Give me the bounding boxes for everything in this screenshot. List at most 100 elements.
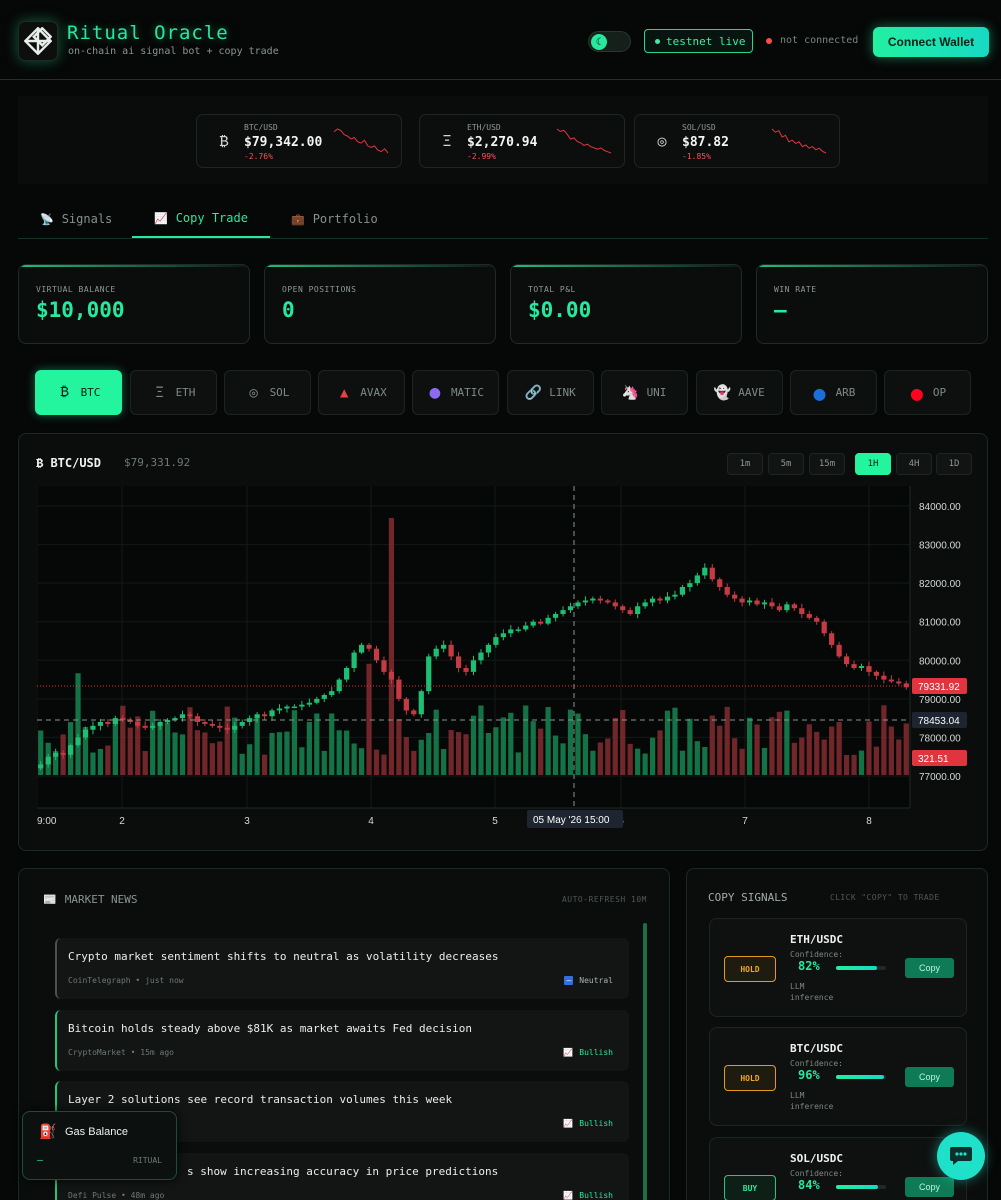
ticker-sparkline	[556, 128, 612, 154]
news-refresh-note: AUTO-REFRESH 10M	[561, 895, 647, 904]
asset-label: LINK	[549, 386, 576, 399]
candle-body	[530, 621, 536, 626]
candle-body	[217, 725, 223, 728]
news-sentiment: 📈 Bullish	[563, 1191, 613, 1200]
connect-wallet-button[interactable]: Connect Wallet	[873, 27, 989, 57]
status-dot-icon	[766, 37, 772, 44]
candle-body	[306, 702, 312, 705]
candle-body	[60, 752, 66, 755]
candle-body	[903, 683, 909, 688]
volume-bar	[567, 709, 574, 775]
candle-body	[657, 598, 663, 601]
signal-confidence-label: Confidence:	[790, 1169, 843, 1178]
x-tick-label: 5	[492, 816, 498, 827]
ticker-card-sol[interactable]: ◎ SOL/USD $87.82 -1.85%	[634, 114, 840, 168]
timeframe-4h[interactable]: 4H	[896, 453, 932, 475]
asset-button-link[interactable]: 🔗 LINK	[507, 370, 594, 415]
ticker-card-eth[interactable]: Ξ ETH/USD $2,270.94 -2.99%	[419, 114, 625, 168]
news-item[interactable]: Crypto market sentiment shifts to neutra…	[55, 938, 629, 999]
volume-bar	[239, 753, 245, 775]
candle-body	[388, 671, 395, 680]
news-item[interactable]: Bitcoin holds steady above $81K as marke…	[55, 1010, 629, 1071]
news-sentiment: 📈 Bullish	[563, 1119, 613, 1128]
fuel-icon: ⛽	[39, 1124, 57, 1140]
y-tick-label: 80000.00	[919, 656, 961, 667]
candle-body	[791, 604, 797, 609]
stat-total-pnl: TOTAL P&L $0.00	[510, 264, 742, 344]
price-chart-panel: ₿ BTC/USD $79,331.92 1m 5m 15m 1H 4H 1D …	[18, 433, 988, 851]
connection-status-label: not connected	[780, 35, 859, 46]
asset-button-uni[interactable]: 🦄 UNI	[601, 370, 688, 415]
volume-bar	[90, 752, 96, 775]
volume-bar	[426, 733, 432, 775]
volume-bar	[194, 730, 201, 775]
chart-pair: BTC/USD	[50, 456, 102, 470]
candle-body	[493, 637, 499, 645]
asset-selector: ₿ BTC Ξ ETH ◎ SOL ▲ AVAX ● MATIC 🔗 LINK …	[35, 370, 971, 416]
timeframe-1d[interactable]: 1D	[936, 453, 972, 475]
timeframe-1h[interactable]: 1H	[855, 453, 891, 475]
copy-signal-button[interactable]: Copy	[905, 1177, 954, 1197]
timeframe-15m[interactable]: 15m	[809, 453, 845, 475]
volume-bar	[261, 754, 268, 775]
gas-balance-card[interactable]: ⛽ Gas Balance — RITUAL	[22, 1111, 177, 1180]
candle-body	[866, 666, 872, 672]
news-item-title: s show increasing accuracy in price pred…	[187, 1165, 499, 1178]
tab-portfolio[interactable]: 💼 Portfolio	[269, 200, 400, 238]
theme-toggle[interactable]: ☾	[588, 31, 631, 52]
news-sentiment: — Neutral	[564, 976, 613, 985]
knot-logo-icon	[24, 27, 52, 55]
app-logo[interactable]	[18, 21, 58, 61]
ticker-card-btc[interactable]: ₿ BTC/USD $79,342.00 -2.76%	[196, 114, 402, 168]
candle-body	[687, 583, 693, 587]
volume-bar	[575, 713, 581, 775]
volume-bar	[455, 732, 462, 775]
volume-bar	[687, 718, 693, 775]
asset-button-op[interactable]: ● OP	[884, 370, 971, 415]
copy-signal-button[interactable]: Copy	[905, 958, 954, 978]
tab-signals[interactable]: 📡 Signals	[18, 200, 134, 238]
volume-bar	[344, 730, 350, 775]
candle-body	[411, 710, 417, 715]
bitcoin-icon: ₿	[60, 384, 69, 400]
confidence-bar	[836, 1075, 886, 1079]
asset-button-arb[interactable]: ● ARB	[790, 370, 877, 415]
asset-button-aave[interactable]: 👻 AAVE	[696, 370, 783, 415]
asset-button-matic[interactable]: ● MATIC	[412, 370, 499, 415]
asset-button-btc[interactable]: ₿ BTC	[35, 370, 122, 415]
volume-bar	[493, 727, 499, 775]
volume-bar	[269, 732, 275, 775]
asset-label: ETH	[175, 386, 196, 399]
volume-bar	[284, 731, 290, 775]
candle-body	[224, 727, 230, 730]
news-item-title: Layer 2 solutions see record transaction…	[68, 1093, 453, 1106]
chat-button[interactable]	[937, 1132, 985, 1180]
candle-body	[597, 598, 603, 601]
confidence-bar	[836, 966, 886, 970]
signal-pair: ETH/USDC	[790, 933, 843, 946]
asset-button-eth[interactable]: Ξ ETH	[130, 370, 217, 415]
timeframe-1m[interactable]: 1m	[727, 453, 763, 475]
volume-bar	[657, 730, 663, 775]
volume-bar	[776, 711, 783, 775]
candle-body	[261, 714, 268, 717]
volume-bar	[508, 712, 514, 775]
stat-label: TOTAL P&L	[528, 285, 576, 294]
candle-body	[157, 722, 163, 726]
header: Ritual Oracle on-chain ai signal bot + c…	[0, 0, 1001, 80]
timeframe-5m[interactable]: 5m	[768, 453, 804, 475]
copy-signal-button[interactable]: Copy	[905, 1067, 954, 1087]
news-scrollbar[interactable]	[643, 923, 647, 1200]
asset-button-avax[interactable]: ▲ AVAX	[318, 370, 405, 415]
asset-button-sol[interactable]: ◎ SOL	[224, 370, 311, 415]
candlestick-chart[interactable]: 84000.00 83000.00 82000.00 81000.00 80000.00…	[37, 486, 971, 832]
news-sentiment: 📈 Bullish	[563, 1048, 613, 1057]
candle-body	[739, 598, 745, 603]
news-title: MARKET NEWS	[64, 893, 138, 906]
candle-body	[441, 644, 447, 649]
volume-bar	[836, 721, 842, 775]
candle-body	[455, 656, 462, 668]
candle-body	[769, 602, 775, 607]
tab-copy-trade[interactable]: 📈 Copy Trade	[132, 200, 270, 238]
stat-label: VIRTUAL BALANCE	[36, 285, 116, 294]
